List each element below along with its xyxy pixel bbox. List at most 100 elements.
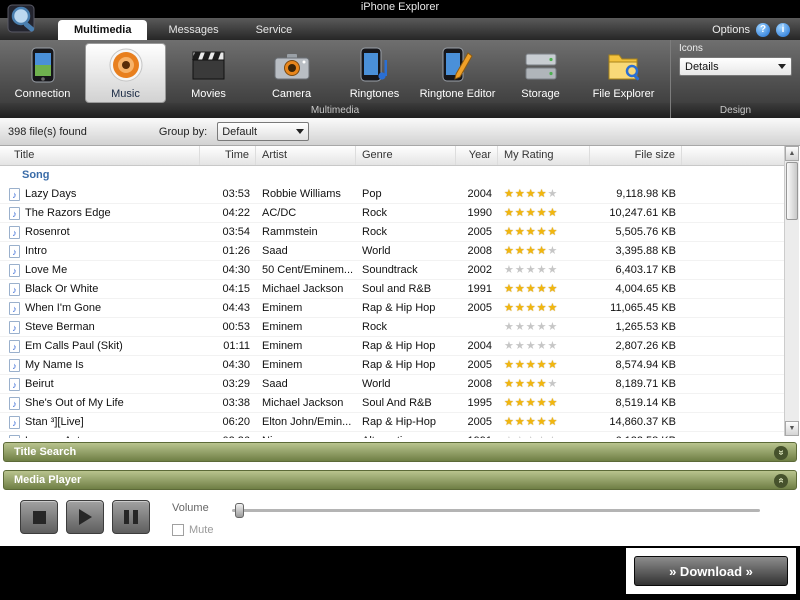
- pause-button[interactable]: [112, 500, 150, 534]
- table-row[interactable]: ♪ When I'm Gone 04:43 Eminem Rap & Hip H…: [0, 299, 784, 318]
- star-icon[interactable]: ★: [504, 378, 515, 390]
- table-row[interactable]: ♪ My Name Is 04:30 Eminem Rap & Hip Hop …: [0, 356, 784, 375]
- star-icon[interactable]: ★: [504, 416, 515, 428]
- column-header-year[interactable]: Year: [456, 146, 498, 165]
- star-icon[interactable]: ★: [526, 416, 537, 428]
- scroll-up-button[interactable]: ▲: [785, 146, 799, 161]
- table-row[interactable]: ♪ Rosenrot 03:54 Rammstein Rock 2005 ★★★…: [0, 223, 784, 242]
- star-icon[interactable]: ★: [504, 340, 515, 352]
- camera-button[interactable]: Camera: [251, 43, 332, 103]
- movies-button[interactable]: Movies: [168, 43, 249, 103]
- scroll-down-button[interactable]: ▼: [785, 421, 799, 436]
- star-icon[interactable]: ★: [504, 321, 515, 333]
- volume-slider[interactable]: [232, 503, 760, 518]
- column-header-size[interactable]: File size: [590, 146, 682, 165]
- star-icon[interactable]: ★: [504, 302, 515, 314]
- star-icon[interactable]: ★: [515, 245, 526, 257]
- star-icon[interactable]: ★: [526, 397, 537, 409]
- star-icon[interactable]: ★: [548, 264, 559, 276]
- connection-button[interactable]: Connection: [2, 43, 83, 103]
- star-icon[interactable]: ★: [515, 264, 526, 276]
- star-icon[interactable]: ★: [526, 207, 537, 219]
- star-icon[interactable]: ★: [515, 283, 526, 295]
- star-icon[interactable]: ★: [504, 359, 515, 371]
- table-row[interactable]: ♪ Intro 01:26 Saad World 2008 ★★★★★ 3,39…: [0, 242, 784, 261]
- star-icon[interactable]: ★: [537, 226, 548, 238]
- table-row[interactable]: ♪ Steve Berman 00:53 Eminem Rock ★★★★★ 1…: [0, 318, 784, 337]
- star-icon[interactable]: ★: [526, 302, 537, 314]
- music-button[interactable]: Music: [85, 43, 166, 103]
- view-mode-dropdown[interactable]: Details: [679, 57, 792, 76]
- star-icon[interactable]: ★: [504, 226, 515, 238]
- star-icon[interactable]: ★: [548, 321, 559, 333]
- star-icon[interactable]: ★: [515, 188, 526, 200]
- star-icon[interactable]: ★: [537, 359, 548, 371]
- star-icon[interactable]: ★: [548, 340, 559, 352]
- table-row[interactable]: ♪ Lazy Days 03:53 Robbie Williams Pop 20…: [0, 185, 784, 204]
- star-icon[interactable]: ★: [526, 378, 537, 390]
- star-icon[interactable]: ★: [537, 264, 548, 276]
- star-icon[interactable]: ★: [515, 302, 526, 314]
- ringtones-button[interactable]: Ringtones: [334, 43, 415, 103]
- star-icon[interactable]: ★: [537, 207, 548, 219]
- star-icon[interactable]: ★: [526, 264, 537, 276]
- star-icon[interactable]: ★: [515, 397, 526, 409]
- column-header-artist[interactable]: Artist: [256, 146, 356, 165]
- expand-title-search-button[interactable]: »: [774, 446, 788, 460]
- star-icon[interactable]: ★: [548, 397, 559, 409]
- tab-messages[interactable]: Messages: [152, 20, 234, 40]
- storage-button[interactable]: Storage: [500, 43, 581, 103]
- star-icon[interactable]: ★: [537, 340, 548, 352]
- star-icon[interactable]: ★: [548, 302, 559, 314]
- media-player-panel-header[interactable]: Media Player »: [3, 470, 797, 490]
- table-row[interactable]: ♪ Love Me 04:30 50 Cent/Eminem... Soundt…: [0, 261, 784, 280]
- ringtone-editor-button[interactable]: Ringtone Editor: [417, 43, 498, 103]
- column-header-genre[interactable]: Genre: [356, 146, 456, 165]
- star-icon[interactable]: ★: [504, 245, 515, 257]
- star-icon[interactable]: ★: [537, 245, 548, 257]
- star-icon[interactable]: ★: [537, 302, 548, 314]
- play-button[interactable]: [66, 500, 104, 534]
- table-row[interactable]: ♪ She's Out of My Life 03:38 Michael Jac…: [0, 394, 784, 413]
- star-icon[interactable]: ★: [515, 226, 526, 238]
- download-button[interactable]: » Download »: [634, 556, 788, 586]
- star-icon[interactable]: ★: [515, 416, 526, 428]
- options-menu[interactable]: Options: [712, 24, 750, 36]
- star-icon[interactable]: ★: [526, 321, 537, 333]
- star-icon[interactable]: ★: [526, 188, 537, 200]
- star-icon[interactable]: ★: [515, 321, 526, 333]
- star-icon[interactable]: ★: [548, 416, 559, 428]
- star-icon[interactable]: ★: [537, 283, 548, 295]
- table-row[interactable]: ♪ Black Or White 04:15 Michael Jackson S…: [0, 280, 784, 299]
- star-icon[interactable]: ★: [526, 226, 537, 238]
- star-icon[interactable]: ★: [515, 207, 526, 219]
- table-row[interactable]: ♪ Stan ³][Live] 06:20 Elton John/Emin...…: [0, 413, 784, 432]
- star-icon[interactable]: ★: [548, 283, 559, 295]
- help-icon[interactable]: ?: [756, 23, 770, 37]
- star-icon[interactable]: ★: [548, 378, 559, 390]
- tab-service[interactable]: Service: [240, 20, 309, 40]
- star-icon[interactable]: ★: [515, 359, 526, 371]
- mute-checkbox[interactable]: [172, 524, 184, 536]
- star-icon[interactable]: ★: [504, 397, 515, 409]
- column-header-rating[interactable]: My Rating: [498, 146, 590, 165]
- star-icon[interactable]: ★: [548, 188, 559, 200]
- star-icon[interactable]: ★: [537, 188, 548, 200]
- info-icon[interactable]: i: [776, 23, 790, 37]
- star-icon[interactable]: ★: [537, 321, 548, 333]
- star-icon[interactable]: ★: [548, 226, 559, 238]
- star-icon[interactable]: ★: [504, 264, 515, 276]
- star-icon[interactable]: ★: [537, 378, 548, 390]
- star-icon[interactable]: ★: [537, 397, 548, 409]
- star-icon[interactable]: ★: [515, 378, 526, 390]
- stop-button[interactable]: [20, 500, 58, 534]
- star-icon[interactable]: ★: [504, 283, 515, 295]
- title-search-panel-header[interactable]: Title Search »: [3, 442, 797, 462]
- vertical-scrollbar[interactable]: ▲ ▼: [784, 146, 799, 436]
- star-icon[interactable]: ★: [537, 416, 548, 428]
- column-header-time[interactable]: Time: [200, 146, 256, 165]
- file-explorer-button[interactable]: File Explorer: [583, 43, 664, 103]
- star-icon[interactable]: ★: [526, 283, 537, 295]
- table-row[interactable]: ♪ Beirut 03:29 Saad World 2008 ★★★★★ 8,1…: [0, 375, 784, 394]
- table-row[interactable]: ♪ Em Calls Paul (Skit) 01:11 Eminem Rap …: [0, 337, 784, 356]
